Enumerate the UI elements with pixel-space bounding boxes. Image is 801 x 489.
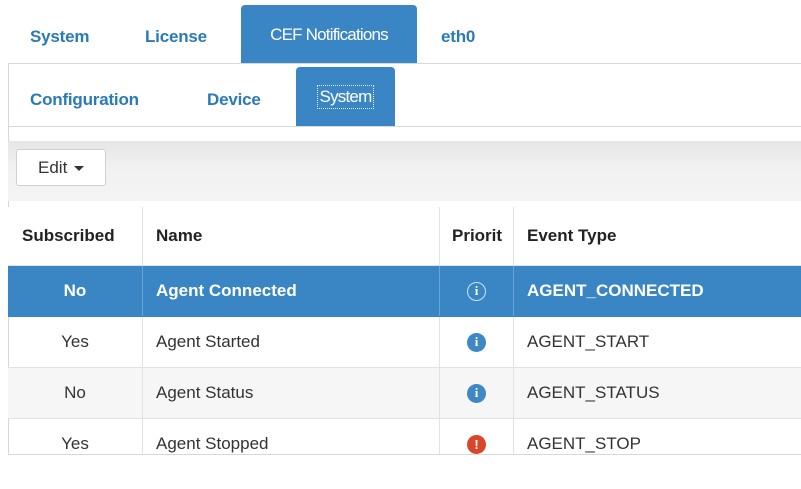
event-type-cell: AGENT_CONNECTED: [527, 281, 704, 300]
column-header-name[interactable]: Name: [143, 207, 440, 265]
priority-cell: i: [440, 368, 514, 418]
table-row[interactable]: Yes Agent Started i AGENT_START: [8, 317, 801, 368]
edit-dropdown-button[interactable]: Edit: [16, 149, 106, 186]
subscribed-cell: No: [8, 368, 143, 418]
edit-label: Edit: [38, 157, 68, 177]
tab-system[interactable]: System: [30, 27, 89, 47]
subscribed-cell: Yes: [8, 317, 143, 367]
toolbar: [8, 141, 801, 201]
subscribed-cell: No: [8, 266, 143, 316]
subtab-configuration[interactable]: Configuration: [30, 90, 139, 110]
table-footer-area: [8, 455, 801, 489]
column-header-event-type[interactable]: Event Type: [514, 207, 801, 265]
subtab-divider: [8, 126, 801, 127]
priority-cell: i: [440, 266, 514, 316]
info-icon: i: [467, 383, 486, 403]
main-tab-bar: System License CEF Notifications eth0: [0, 0, 801, 64]
column-header-priority[interactable]: Priorit: [440, 207, 514, 265]
tab-license[interactable]: License: [145, 27, 207, 47]
name-cell: Agent Status: [143, 368, 440, 418]
name-cell: Agent Connected: [143, 266, 440, 316]
caret-down-icon: [74, 166, 85, 171]
subtab-device[interactable]: Device: [207, 90, 261, 110]
priority-cell: i: [440, 317, 514, 367]
tab-eth0[interactable]: eth0: [441, 27, 475, 47]
info-icon: i: [467, 281, 486, 301]
table-header: Subscribed Name Priorit Event Type: [8, 207, 801, 266]
column-header-subscribed[interactable]: Subscribed: [8, 207, 143, 265]
tab-cef-notifications[interactable]: CEF Notifications: [241, 5, 417, 64]
event-type-cell: AGENT_STATUS: [527, 383, 660, 402]
event-type-cell: AGENT_START: [527, 332, 650, 351]
name-cell: Agent Started: [143, 317, 440, 367]
info-icon: i: [467, 332, 486, 352]
table-row[interactable]: No Agent Connected i AGENT_CONNECTED: [8, 266, 801, 317]
subtab-system[interactable]: System: [296, 67, 395, 127]
table-row[interactable]: No Agent Status i AGENT_STATUS: [8, 368, 801, 419]
subtab-system-label: System: [316, 85, 375, 109]
error-icon: !: [467, 434, 486, 454]
